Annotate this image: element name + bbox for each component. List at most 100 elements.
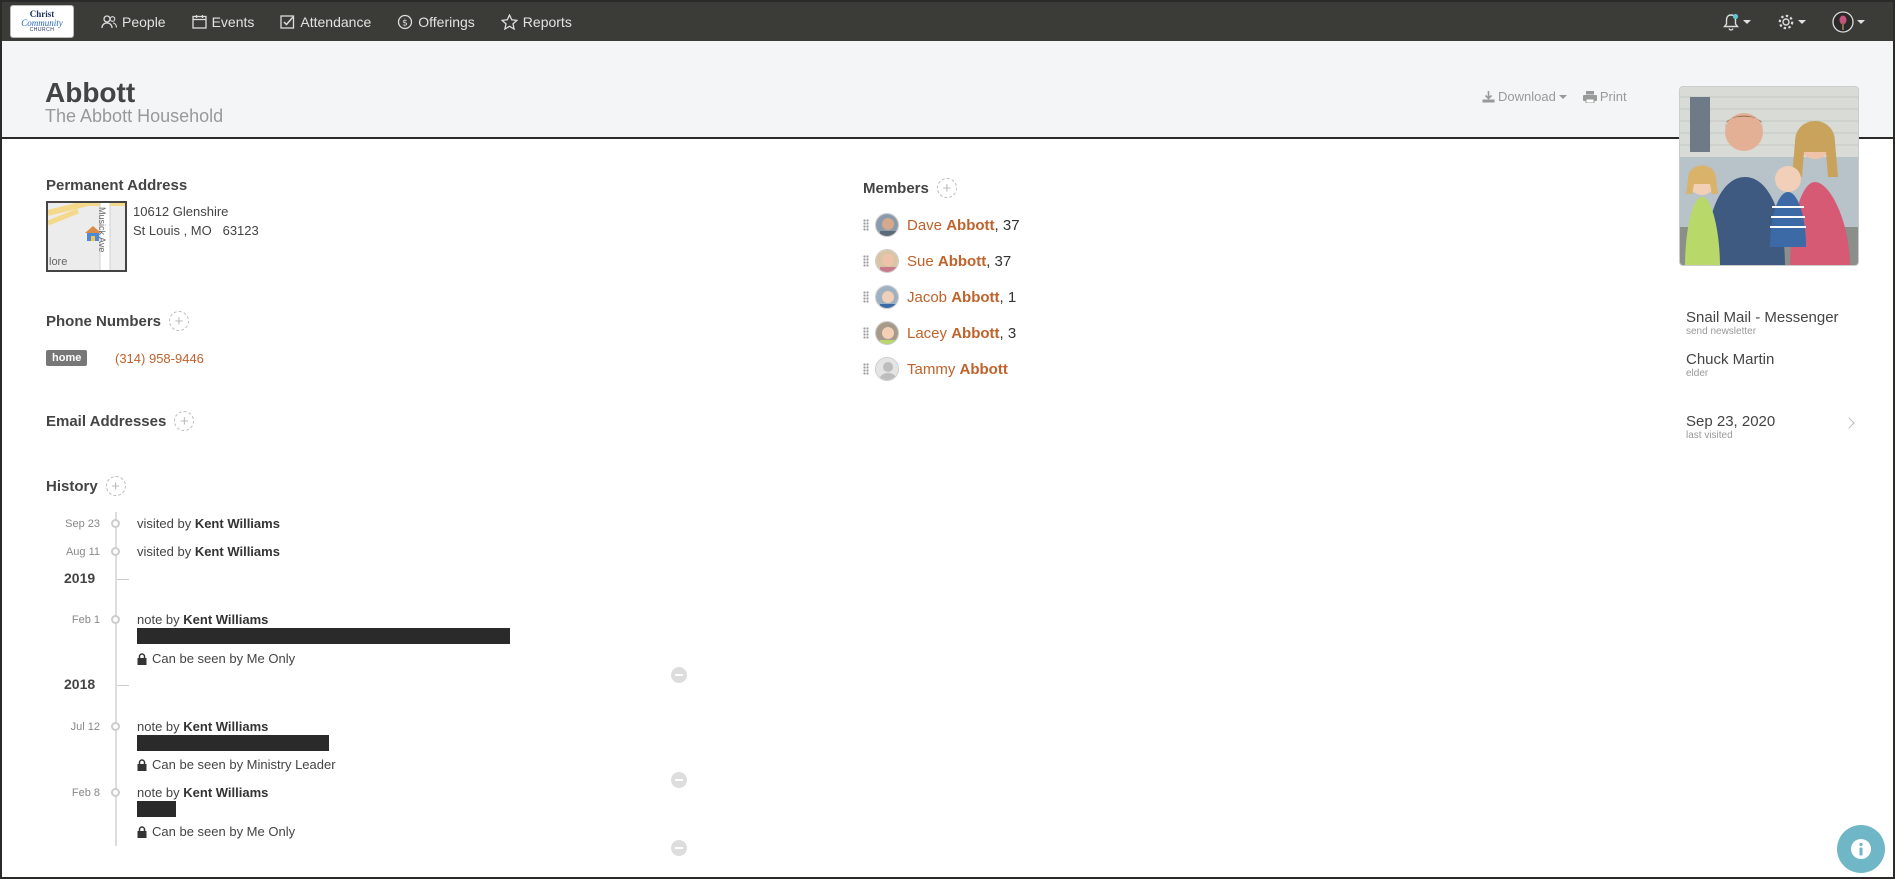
member-name-link[interactable]: Dave Abbott [907, 217, 995, 234]
last-visited-value[interactable]: Sep 23, 2020 [1686, 413, 1775, 430]
printer-icon [1582, 90, 1597, 103]
nav-people-label: People [122, 13, 166, 30]
address-line1: 10612 Glenshire [133, 204, 229, 219]
print-label: Print [1599, 89, 1627, 104]
history-date: Aug 11 [65, 546, 100, 558]
map-text-fragment: lore [49, 256, 68, 268]
history-date: Jul 12 [70, 721, 100, 733]
church-logo[interactable]: Christ Community CHURCH [10, 5, 74, 38]
lock-icon [137, 652, 147, 665]
timeline-dot [111, 615, 120, 624]
nav-events[interactable]: Events [191, 14, 254, 30]
elder-label: elder [1686, 368, 1709, 379]
history-entry[interactable]: visited by Kent Williams [137, 544, 280, 559]
download-label: Download [1498, 89, 1556, 104]
member-avatar[interactable] [875, 321, 899, 345]
coin-icon: $ [398, 14, 413, 29]
nav-reports-label: Reports [522, 13, 572, 30]
settings-menu[interactable] [1777, 13, 1806, 31]
history-entry-text: visited by [137, 516, 195, 531]
member-name-link[interactable]: Jacob Abbott [907, 289, 1000, 306]
member-avatar[interactable] [875, 285, 899, 309]
phone-type-badge: home [46, 350, 88, 366]
redacted-note [137, 735, 329, 751]
nav-people[interactable]: People [101, 14, 166, 30]
member-name-link[interactable]: Tammy Abbott [907, 361, 1008, 378]
member-first-name: Jacob [907, 288, 948, 306]
member-age: , 1 [999, 288, 1017, 306]
print-button[interactable]: Print [1582, 89, 1627, 104]
timeline-dot [111, 788, 120, 797]
caret-down-icon [1798, 19, 1806, 24]
elder-value[interactable]: Chuck Martin [1686, 351, 1774, 368]
help-button[interactable] [1837, 825, 1885, 873]
member-row: Sue Abbott, 37 [863, 249, 1011, 273]
checkbox-icon [280, 15, 295, 29]
member-age: , 37 [986, 252, 1012, 270]
redacted-note [137, 628, 510, 644]
download-button[interactable]: Download [1482, 89, 1567, 104]
caret-down-icon [1743, 19, 1751, 24]
calendar-icon [191, 15, 207, 29]
nav-attendance[interactable]: Attendance [280, 14, 371, 30]
history-entry[interactable]: note by Kent Williams [137, 612, 268, 627]
member-age: , 3 [999, 324, 1017, 342]
timeline-dot [111, 547, 120, 556]
nav-reports[interactable]: Reports [500, 13, 572, 30]
household-photo[interactable] [1679, 86, 1859, 266]
redacted-note [137, 801, 176, 817]
member-avatar[interactable] [875, 249, 899, 273]
history-section-title: History + [46, 476, 126, 496]
address-text: 10612 Glenshire St Louis , MO 63123 [133, 202, 259, 240]
gear-icon [1778, 14, 1794, 29]
drag-handle-icon[interactable] [863, 363, 869, 375]
caret-down-icon [1558, 94, 1567, 99]
history-entry-author: Kent Williams [194, 544, 280, 559]
add-email-button[interactable]: + [174, 411, 195, 431]
member-last-name: Abbott [959, 360, 1008, 378]
remove-entry-button[interactable] [671, 772, 687, 788]
history-entry-text: visited by [137, 544, 195, 559]
add-phone-button[interactable]: + [169, 311, 190, 331]
download-icon [1482, 90, 1495, 102]
nav-offerings[interactable]: $ Offerings [397, 14, 475, 30]
chevron-right-icon[interactable] [1843, 417, 1855, 429]
member-row: Jacob Abbott, 1 [863, 285, 1016, 309]
notifications-menu[interactable] [1722, 13, 1751, 31]
history-date: Sep 23 [65, 518, 100, 530]
address-line2: St Louis , MO 63123 [133, 223, 259, 238]
logo-line3: CHURCH [29, 27, 55, 33]
drag-handle-icon[interactable] [863, 327, 869, 339]
remove-entry-button[interactable] [671, 667, 687, 683]
add-history-button[interactable]: + [105, 476, 126, 496]
members-title: Members [863, 179, 929, 197]
avatar-icon [1832, 10, 1854, 33]
member-first-name: Dave [907, 216, 943, 234]
member-avatar[interactable] [875, 213, 899, 237]
address-map-thumbnail[interactable]: Musick Ave lore [46, 201, 127, 272]
mail-preference-value[interactable]: Snail Mail - Messenger [1686, 309, 1839, 326]
history-entry-author: Kent Williams [183, 719, 269, 734]
phone-number-link[interactable]: (314) 958-9446 [115, 351, 204, 366]
remove-entry-button[interactable] [671, 840, 687, 856]
people-icon [101, 14, 117, 28]
history-entry[interactable]: note by Kent Williams [137, 719, 268, 734]
history-entry[interactable]: note by Kent Williams [137, 785, 268, 800]
history-entry[interactable]: visited by Kent Williams [137, 516, 280, 531]
history-date: Feb 8 [71, 787, 100, 799]
visibility-note: Can be seen by Me Only [137, 824, 295, 839]
member-name-link[interactable]: Sue Abbott [907, 253, 986, 270]
history-entry-author: Kent Williams [183, 785, 269, 800]
bell-icon [1723, 13, 1739, 31]
member-name-link[interactable]: Lacey Abbott [907, 325, 1000, 342]
drag-handle-icon[interactable] [863, 219, 869, 231]
info-icon [1851, 839, 1871, 859]
user-menu[interactable] [1832, 10, 1865, 33]
member-avatar[interactable] [875, 357, 899, 381]
timeline-dot [111, 722, 120, 731]
drag-handle-icon[interactable] [863, 255, 869, 267]
star-icon [500, 13, 518, 30]
drag-handle-icon[interactable] [863, 291, 869, 303]
add-member-button[interactable]: + [936, 178, 957, 198]
email-section-title: Email Addresses + [46, 411, 195, 431]
